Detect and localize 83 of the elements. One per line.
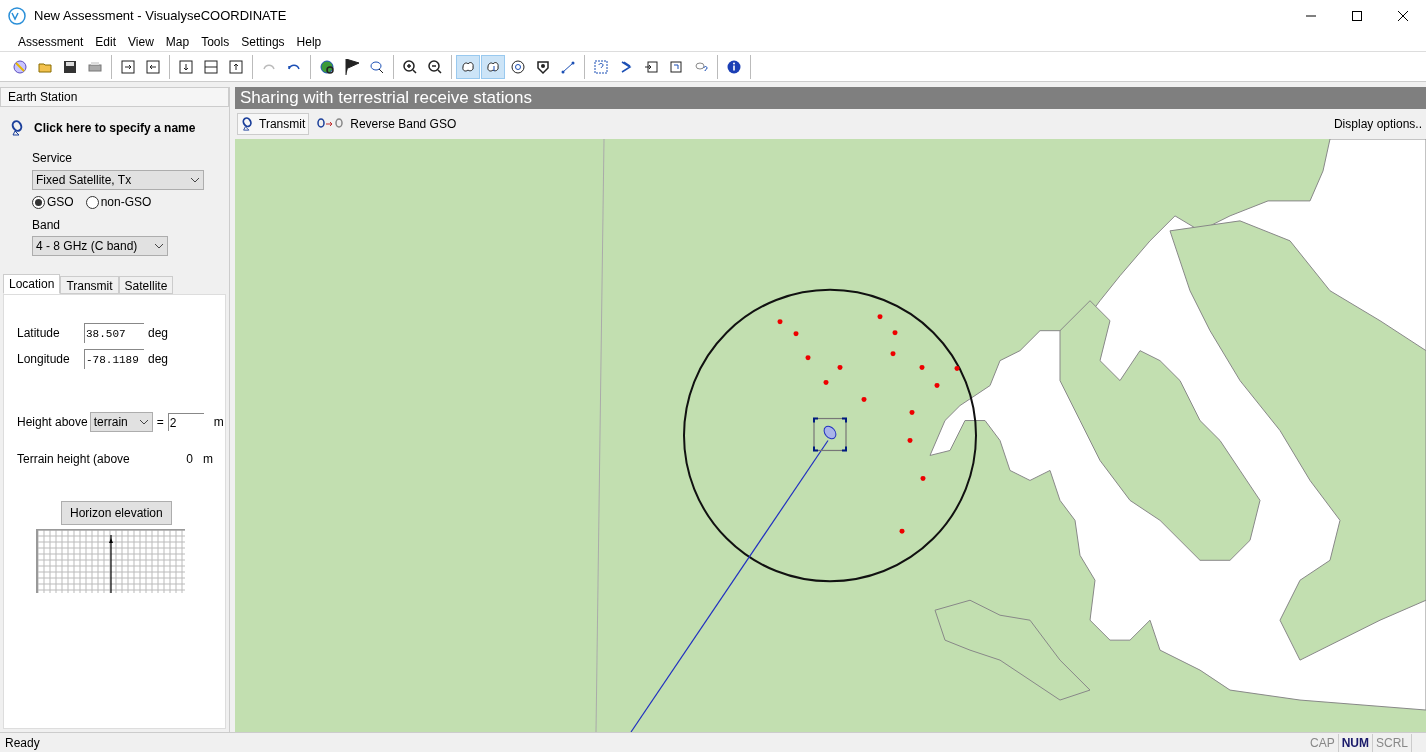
- station-marker: [890, 351, 896, 357]
- height-reference-dropdown[interactable]: terrain: [89, 412, 153, 432]
- unit-label: m: [213, 414, 224, 431]
- menu-item[interactable]: View: [122, 32, 160, 51]
- earth-station-marker: [813, 417, 847, 452]
- zoom-in-icon: [402, 58, 418, 75]
- service-dropdown[interactable]: Fixed Satellite, Tx: [32, 170, 204, 190]
- panel-tab[interactable]: Satellite: [118, 276, 174, 294]
- panel-right-icon: [120, 58, 136, 75]
- frame-icon: [668, 58, 684, 75]
- name-prompt-link[interactable]: Click here to specify a name: [0, 119, 229, 137]
- station-marker: [892, 330, 898, 336]
- field-label: Terrain height (above: [17, 451, 130, 468]
- close-icon: [1398, 11, 1408, 21]
- station-marker: [954, 366, 960, 372]
- station-marker: [909, 410, 915, 416]
- status-indicator: NUM: [1338, 733, 1373, 752]
- coordinate-input[interactable]: 38.507: [84, 323, 144, 343]
- flag-icon: [344, 58, 360, 75]
- station-marker: [823, 380, 829, 386]
- panel-left-icon: [145, 58, 161, 75]
- field-label: Latitude: [17, 325, 61, 342]
- chevron-down-icon: [190, 177, 200, 183]
- field-label: Service: [32, 150, 73, 167]
- menu-item[interactable]: Tools: [195, 32, 236, 51]
- unit-label: m: [203, 451, 213, 468]
- menu-item[interactable]: Settings: [235, 32, 291, 51]
- status-indicator: SCRL: [1373, 733, 1412, 752]
- station-marker: [899, 528, 905, 534]
- panel-up-icon: [228, 58, 244, 75]
- status-text: Ready: [5, 734, 40, 752]
- horizon-elevation-button[interactable]: Horizon elevation: [61, 501, 172, 525]
- chevron-down-icon: [138, 419, 149, 425]
- radio-option[interactable]: non-GSO: [85, 193, 152, 211]
- section-title-bar: Sharing with terrestrial receive stations: [235, 87, 1426, 109]
- display-options-link[interactable]: Display options..: [1333, 115, 1422, 133]
- band-dropdown[interactable]: 4 - 8 GHz (C band): [32, 236, 168, 256]
- coordinate-input[interactable]: -78.1189: [84, 349, 144, 369]
- menu-item[interactable]: Edit: [89, 32, 123, 51]
- panel-tab[interactable]: Transmit: [60, 276, 119, 294]
- info-icon: [726, 58, 742, 75]
- station-marker: [861, 397, 867, 403]
- panel-tab[interactable]: Location: [3, 274, 61, 294]
- satellite-dish-icon: [241, 117, 255, 131]
- station-marker: [777, 319, 783, 325]
- panel-header: Earth Station: [0, 87, 229, 107]
- menu-item[interactable]: Assessment: [12, 32, 90, 51]
- unit-label: deg: [148, 325, 169, 342]
- station-marker: [877, 314, 883, 320]
- station-marker: [934, 383, 940, 389]
- chevron-down-icon: [154, 243, 164, 249]
- save-icon: [62, 58, 78, 75]
- radio-option[interactable]: GSO: [32, 193, 74, 211]
- document-icon: [643, 58, 659, 75]
- help-box-icon: [593, 58, 609, 75]
- status-indicator: CAP: [1306, 733, 1339, 752]
- mode-tab[interactable]: Transmit: [237, 113, 310, 135]
- circle-icon: [510, 58, 526, 75]
- maximize-icon: [1352, 11, 1362, 21]
- height-input[interactable]: 2: [167, 413, 204, 431]
- station-marker: [919, 365, 925, 371]
- field-label: Band: [32, 217, 62, 234]
- station-marker: [793, 331, 799, 337]
- app-logo-icon: [8, 7, 26, 25]
- menu-item[interactable]: Map: [159, 32, 196, 51]
- station-marker: [805, 355, 811, 361]
- panel-down-icon: [178, 58, 194, 75]
- station-marker: [920, 475, 926, 481]
- window-title: New Assessment - VisualyseCOORDINATE: [34, 7, 287, 26]
- field-label: Height above: [17, 414, 88, 431]
- station-marker: [907, 438, 913, 443]
- equals-sign: =: [156, 414, 164, 431]
- new-assessment-icon: [12, 58, 28, 75]
- unit-label: deg: [148, 351, 169, 368]
- mode-tab[interactable]: Reverse Band GSO: [312, 113, 461, 135]
- globe-search-icon: [319, 58, 335, 75]
- panel-split-icon: [203, 58, 219, 75]
- station-marker: [837, 365, 843, 371]
- menu-item[interactable]: Help: [290, 32, 328, 51]
- shield-icon: [535, 58, 551, 75]
- field-label: Longitude: [17, 351, 71, 368]
- terrain-height-value: 0: [186, 451, 193, 468]
- zoom-out-icon: [427, 58, 443, 75]
